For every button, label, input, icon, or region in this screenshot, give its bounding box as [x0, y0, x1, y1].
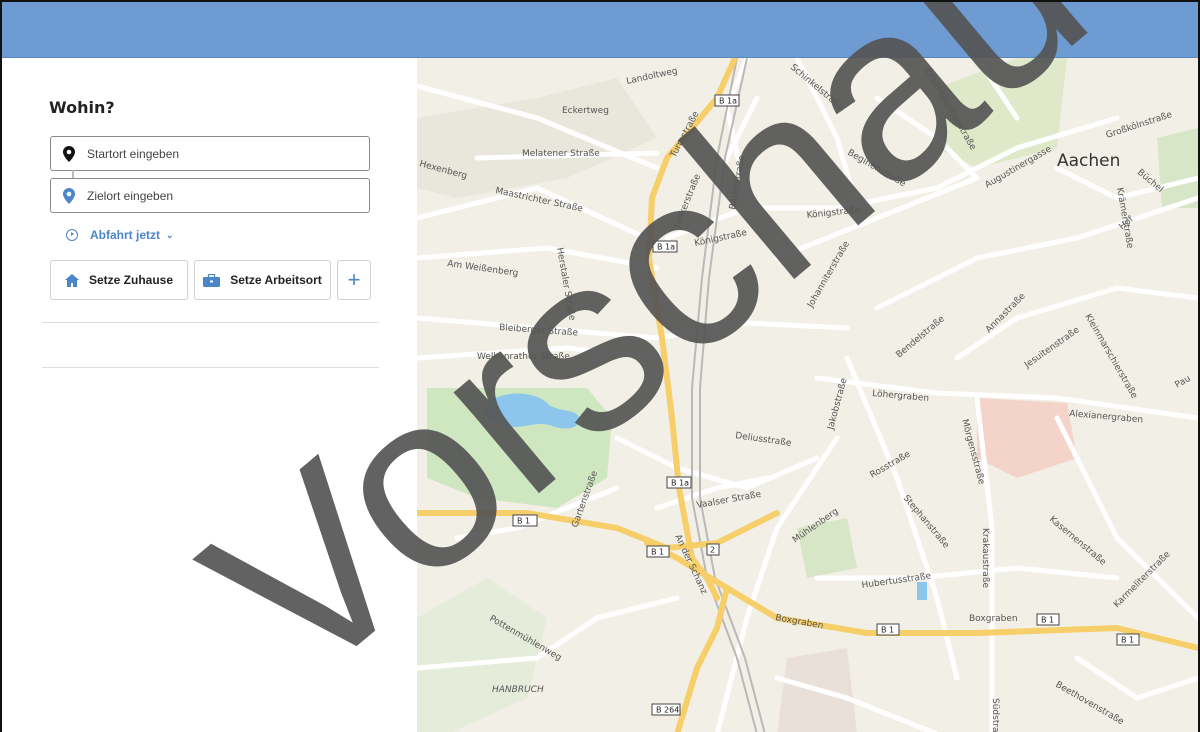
start-input[interactable] — [87, 146, 357, 161]
route-shield: 2 — [706, 543, 720, 556]
briefcase-icon — [203, 273, 221, 287]
clock-icon — [66, 229, 78, 241]
route-shield: B 1 — [1036, 613, 1060, 626]
route-shield: B 1a — [714, 94, 740, 107]
plus-icon: + — [347, 267, 361, 292]
street-label: Südstraße — [990, 698, 1000, 732]
street-label: Boxgraben — [969, 614, 1018, 624]
svg-text:B 1: B 1 — [1121, 636, 1134, 645]
app-frame: Wohin? Abfahrt jetzt ⌄ Setze Zuhause — [0, 0, 1200, 732]
route-shield: B 264 — [651, 703, 681, 716]
street-label: Krakaustraße — [980, 528, 990, 588]
route-shield: B 1 — [512, 514, 538, 527]
set-home-label: Setze Zuhause — [88, 273, 174, 287]
map-pin-icon — [51, 187, 87, 204]
route-shield: B 1 — [1116, 633, 1140, 646]
svg-text:B 1a: B 1a — [719, 97, 737, 106]
destination-field[interactable] — [50, 178, 370, 213]
svg-text:B 1a: B 1a — [657, 243, 675, 252]
header-bar — [2, 2, 1198, 58]
route-planner-panel: Wohin? Abfahrt jetzt ⌄ Setze Zuhause — [2, 58, 417, 732]
map-view[interactable]: B 1a B 1a B 1a B 1 B 1 B 1 B 1 2 B 264 B… — [417, 58, 1198, 732]
set-work-label: Setze Arbeitsort — [230, 273, 322, 287]
route-shield: B 1a — [666, 476, 692, 489]
svg-text:2: 2 — [710, 546, 715, 555]
map-canvas: B 1a B 1a B 1a B 1 B 1 B 1 B 1 2 B 264 B… — [417, 58, 1198, 732]
add-place-button[interactable]: + — [337, 260, 371, 300]
street-label: Melatener Straße — [522, 149, 600, 159]
departure-label: Abfahrt jetzt — [90, 228, 160, 242]
start-field[interactable] — [50, 136, 370, 171]
svg-text:B 264: B 264 — [656, 706, 679, 715]
departure-time-dropdown[interactable]: Abfahrt jetzt ⌄ — [66, 228, 174, 242]
map-pin-icon — [51, 145, 87, 162]
route-shield: B 1a — [652, 240, 678, 253]
set-home-button[interactable]: Setze Zuhause — [50, 260, 188, 300]
district-label: HANBRUCH — [492, 685, 544, 695]
route-shield: B 1 — [876, 623, 900, 636]
set-work-button[interactable]: Setze Arbeitsort — [194, 260, 331, 300]
panel-title: Wohin? — [49, 98, 115, 117]
city-label: Aachen — [1057, 151, 1120, 171]
svg-text:B 1a: B 1a — [671, 479, 689, 488]
route-shield: B 1 — [646, 545, 670, 558]
svg-text:B 1: B 1 — [881, 626, 894, 635]
svg-text:B 1: B 1 — [1041, 616, 1054, 625]
svg-text:B 1: B 1 — [651, 548, 664, 557]
home-icon — [64, 273, 79, 287]
divider — [42, 322, 379, 323]
street-label: Welkenrather Straße — [477, 352, 570, 362]
chevron-down-icon: ⌄ — [166, 229, 174, 240]
divider — [42, 367, 379, 368]
destination-input[interactable] — [87, 188, 357, 203]
street-label: Eckertweg — [562, 106, 609, 116]
svg-text:B 1: B 1 — [517, 517, 530, 526]
